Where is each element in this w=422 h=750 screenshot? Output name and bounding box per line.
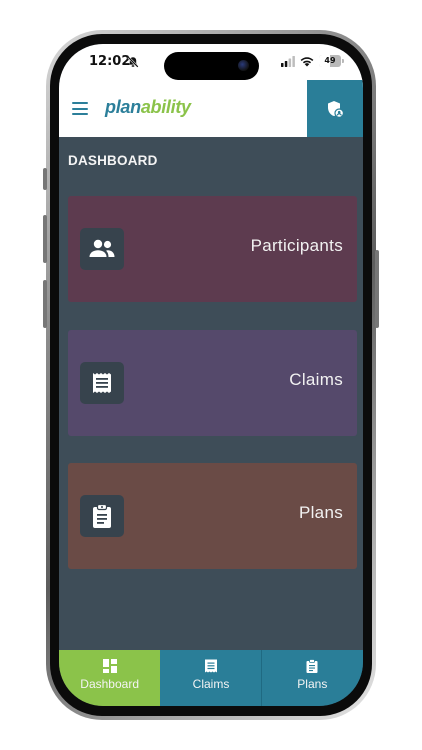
bottom-tab-bar: Dashboard Claims Plans — [59, 650, 363, 706]
plans-card-label: Plans — [298, 503, 343, 522]
receipt-icon — [204, 659, 217, 673]
claims-card-icon-box — [80, 362, 124, 404]
phone-volume-down-button — [43, 280, 47, 328]
app-header: planability — [59, 80, 363, 137]
hamburger-menu-icon[interactable] — [72, 102, 88, 115]
dashboard-content: DASHBOARD Participants Claims Plans — [59, 137, 363, 650]
phone-silent-switch — [43, 168, 47, 190]
receipt-icon — [93, 373, 111, 393]
planability-logo: planability — [105, 97, 191, 118]
logo-text-plan: plan — [105, 97, 141, 117]
clipboard-icon — [306, 659, 318, 673]
status-time: 12:02 — [89, 54, 131, 69]
clipboard-icon — [93, 503, 111, 528]
participants-card-label: Participants — [250, 236, 343, 255]
tab-dashboard-label: Dashboard — [80, 677, 140, 691]
plans-card-icon-box — [80, 495, 124, 537]
tab-dashboard[interactable]: Dashboard — [59, 650, 161, 706]
profile-shield-button[interactable] — [307, 80, 363, 137]
dashboard-grid-icon — [102, 659, 117, 673]
tab-plans-label: Plans — [297, 677, 328, 691]
wifi-icon — [300, 57, 314, 67]
phone-power-button — [375, 250, 379, 328]
phone-volume-up-button — [43, 215, 47, 263]
front-camera — [238, 60, 249, 71]
tab-claims-label: Claims — [192, 677, 230, 691]
logo-text-ability: ability — [140, 97, 191, 117]
battery-icon: 49 — [319, 55, 341, 67]
participants-card-icon-box — [80, 228, 124, 270]
phone-screen: 12:02 49 planability DASHBOARD Participa… — [59, 44, 363, 706]
battery-cap — [342, 59, 344, 63]
status-bar: 12:02 49 — [59, 44, 363, 80]
cellular-signal-icon — [281, 56, 295, 67]
dynamic-island — [164, 52, 259, 80]
bell-off-icon — [127, 56, 139, 68]
tab-claims[interactable]: Claims — [160, 650, 262, 706]
page-title: DASHBOARD — [68, 153, 158, 168]
people-icon — [89, 239, 115, 257]
battery-percent: 49 — [324, 56, 336, 65]
tab-plans[interactable]: Plans — [261, 650, 363, 706]
claims-card-label: Claims — [289, 370, 343, 389]
user-shield-icon — [328, 100, 344, 118]
